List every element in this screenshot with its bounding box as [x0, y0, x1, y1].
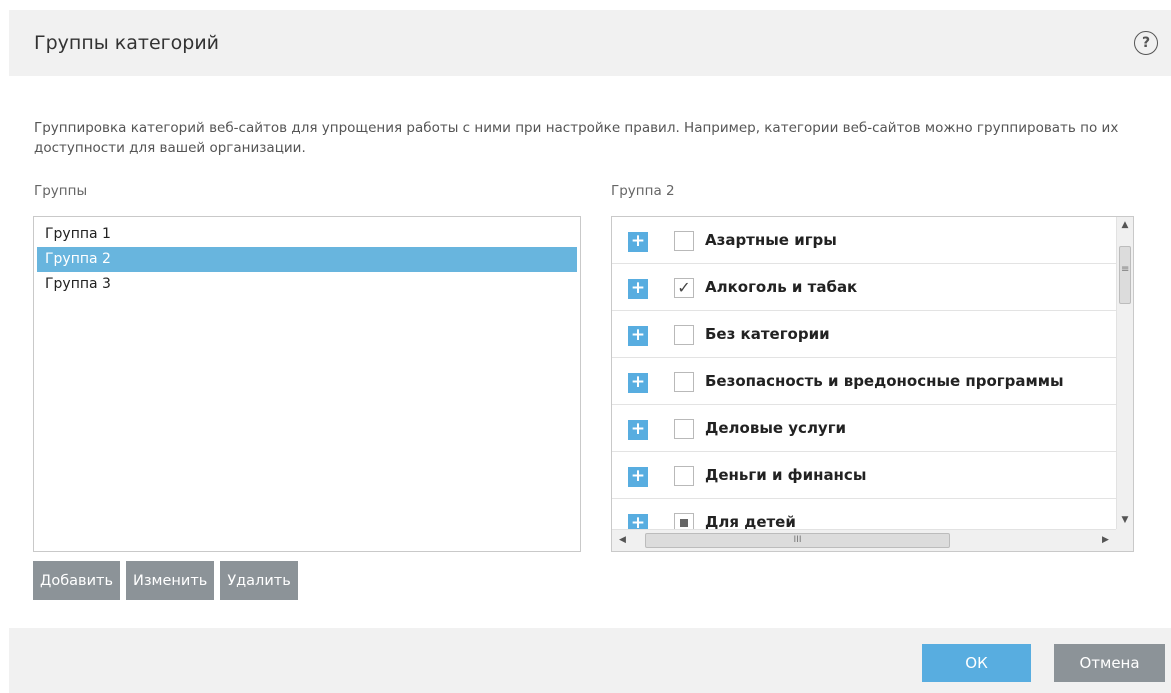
category-label: Алкоголь и табак: [705, 278, 858, 296]
scroll-up-arrow-icon[interactable]: ▲: [1117, 217, 1133, 234]
help-icon[interactable]: ?: [1134, 31, 1158, 55]
ok-button[interactable]: ОК: [922, 644, 1031, 682]
scrollbar-corner: [1116, 529, 1133, 551]
category-label: Азартные игры: [705, 231, 837, 249]
delete-button[interactable]: Удалить: [220, 561, 298, 600]
group-item-2[interactable]: Группа 2: [37, 247, 577, 272]
group-actions: Добавить Изменить Удалить: [33, 561, 298, 600]
groups-list[interactable]: Группа 1 Группа 2 Группа 3: [33, 216, 581, 552]
expand-plus-icon[interactable]: +: [628, 279, 648, 299]
edit-button[interactable]: Изменить: [126, 561, 215, 600]
categories-label: Группа 2: [611, 183, 675, 199]
group-item-3[interactable]: Группа 3: [37, 272, 577, 297]
vertical-scrollbar[interactable]: ▲ ▼: [1116, 217, 1133, 529]
categories-tree[interactable]: + Азартные игры + ✓ Алкоголь и табак + Б…: [611, 216, 1134, 552]
group-item-1[interactable]: Группа 1: [37, 222, 577, 247]
category-label: Безопасность и вредоносные программы: [705, 372, 1064, 390]
scroll-left-arrow-icon[interactable]: ◀: [614, 530, 631, 551]
category-checkbox[interactable]: [674, 466, 694, 486]
category-checkbox[interactable]: [674, 372, 694, 392]
expand-plus-icon[interactable]: +: [628, 420, 648, 440]
vertical-scroll-thumb[interactable]: [1119, 246, 1131, 304]
category-checkbox-checked[interactable]: ✓: [674, 278, 694, 298]
category-label: Для детей: [705, 513, 796, 529]
expand-plus-icon[interactable]: +: [628, 467, 648, 487]
expand-plus-icon[interactable]: +: [628, 326, 648, 346]
expand-plus-icon[interactable]: +: [628, 373, 648, 393]
category-label: Деньги и финансы: [705, 466, 867, 484]
category-checkbox[interactable]: [674, 419, 694, 439]
category-checkbox-partial[interactable]: [674, 513, 694, 529]
groups-label: Группы: [34, 183, 88, 199]
add-button[interactable]: Добавить: [33, 561, 120, 600]
dialog-title: Группы категорий: [34, 32, 220, 54]
expand-plus-icon[interactable]: +: [628, 514, 648, 529]
scroll-down-arrow-icon[interactable]: ▼: [1117, 512, 1133, 529]
category-label: Деловые услуги: [705, 419, 847, 437]
category-checkbox[interactable]: [674, 325, 694, 345]
categories-viewport: + Азартные игры + ✓ Алкоголь и табак + Б…: [612, 217, 1133, 529]
horizontal-scroll-thumb[interactable]: III: [645, 533, 950, 548]
cancel-button[interactable]: Отмена: [1054, 644, 1165, 682]
category-row[interactable]: + Для детей: [612, 499, 1133, 529]
category-row[interactable]: + Азартные игры: [612, 217, 1133, 264]
category-row[interactable]: + Без категории: [612, 311, 1133, 358]
category-row[interactable]: + ✓ Алкоголь и табак: [612, 264, 1133, 311]
category-label: Без категории: [705, 325, 830, 343]
category-row[interactable]: + Деловые услуги: [612, 405, 1133, 452]
category-row[interactable]: + Деньги и финансы: [612, 452, 1133, 499]
category-checkbox[interactable]: [674, 231, 694, 251]
dialog-description: Группировка категорий веб-сайтов для упр…: [34, 120, 1119, 156]
expand-plus-icon[interactable]: +: [628, 232, 648, 252]
category-row[interactable]: + Безопасность и вредоносные программы: [612, 358, 1133, 405]
dialog-footer: ОК Отмена: [9, 628, 1171, 693]
dialog-header: Группы категорий ?: [9, 10, 1171, 76]
scroll-right-arrow-icon[interactable]: ▶: [1097, 530, 1114, 551]
horizontal-scrollbar[interactable]: ◀ III ▶: [612, 529, 1116, 551]
